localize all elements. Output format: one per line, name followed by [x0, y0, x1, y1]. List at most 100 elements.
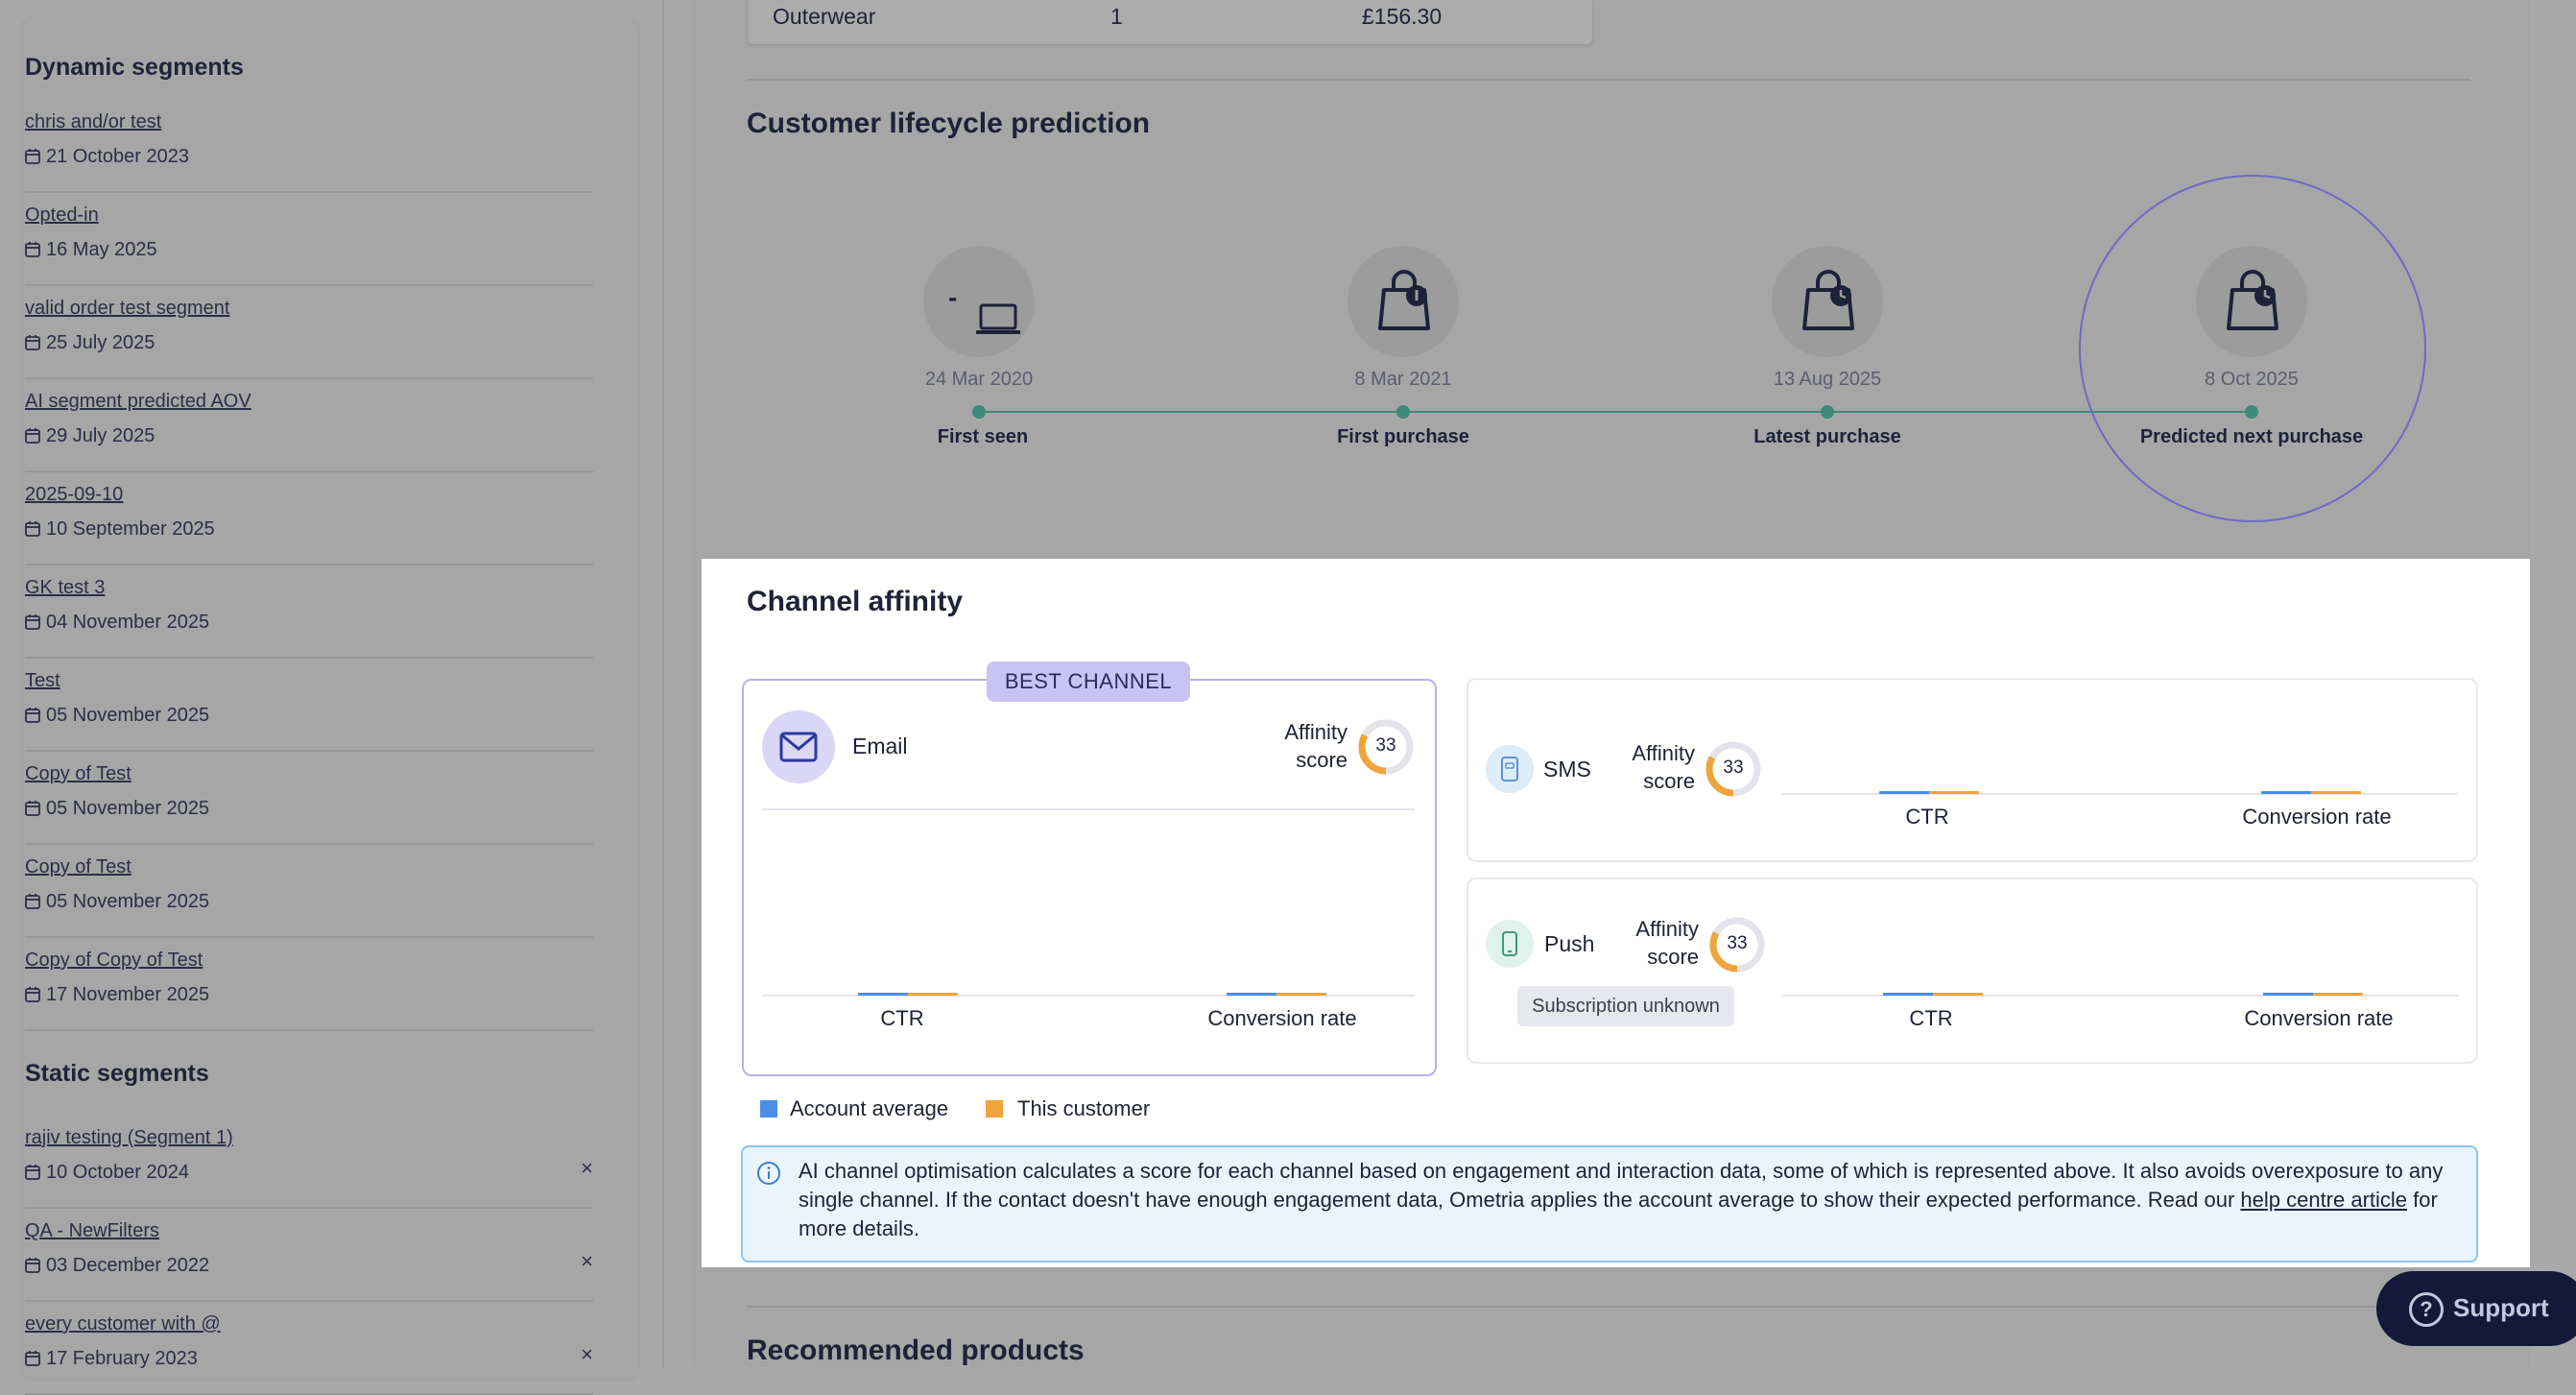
channel-optimisation-info: AI channel optimisation calculates a sco…: [741, 1145, 2478, 1263]
calendar-icon: [25, 1258, 40, 1273]
segment-date: 05 November 2025: [25, 798, 209, 820]
segment-date: 04 November 2025: [25, 612, 209, 634]
email-avatar: [762, 710, 835, 783]
dynamic-segment-item: Copy of Copy of Test 17 November 2025: [25, 936, 593, 1031]
sms-ctr-account-bar: [1879, 791, 1929, 794]
segment-link[interactable]: Opted-in: [25, 204, 99, 227]
dynamic-segment-item: 2025-09-10 10 September 2025: [25, 470, 593, 565]
push-ctr-account-bar: [1883, 993, 1933, 996]
calendar-icon: [25, 801, 40, 816]
dynamic-segments-title: Dynamic segments: [25, 54, 244, 81]
email-affinity-score: 33: [1375, 735, 1396, 756]
segment-link[interactable]: Copy of Test: [25, 856, 131, 878]
calendar-icon: [25, 1165, 40, 1180]
segment-date: 10 October 2024: [25, 1162, 189, 1184]
info-icon: [757, 1162, 780, 1185]
push-channel-name: Push: [1544, 931, 1595, 956]
timeline-dot: [1396, 405, 1410, 419]
channel-affinity-title: Channel affinity: [747, 586, 964, 617]
timeline-dot: [972, 405, 986, 419]
segment-link[interactable]: every customer with @: [25, 1313, 221, 1335]
email-channel-name: Email: [852, 734, 908, 758]
segment-date: 10 September 2025: [25, 518, 215, 541]
segment-date: 29 July 2025: [25, 425, 155, 447]
segment-link[interactable]: Copy of Copy of Test: [25, 950, 203, 972]
dynamic-segment-item: Opted-in 16 May 2025: [25, 191, 593, 286]
first-purchase-icon-circle: [1348, 246, 1459, 357]
remove-segment-icon[interactable]: ×: [581, 1342, 593, 1367]
best-channel-badge: BEST CHANNEL: [987, 661, 1190, 702]
help-question-icon: ?: [2409, 1292, 2444, 1327]
legend-account-label: Account average: [790, 1096, 949, 1120]
calendar-icon: [25, 894, 40, 909]
latest-purchase-label: Latest purchase: [1753, 426, 1901, 447]
segment-date: 05 November 2025: [25, 891, 209, 913]
segment-link[interactable]: chris and/or test: [25, 111, 161, 133]
timeline-dot: [2245, 405, 2258, 419]
first-purchase-date: 8 Mar 2021: [1354, 369, 1452, 390]
dynamic-segment-item: chris and/or test 21 October 2023: [25, 98, 593, 193]
email-ctr-customer-bar: [908, 993, 958, 996]
legend-customer-label: This customer: [1017, 1096, 1151, 1120]
shopping-bag-icon: [1378, 270, 1430, 330]
segment-date: 21 October 2023: [25, 146, 189, 168]
latest-purchase-icon-circle: [1772, 246, 1883, 357]
sms-channel-name: SMS: [1543, 757, 1591, 782]
calendar-icon: [25, 614, 40, 630]
first-seen-icon-circle: -: [923, 246, 1035, 357]
static-segment-item: rajiv testing (Segment 1) 10 October 2024…: [25, 1114, 593, 1209]
subscription-status-badge: Subscription unknown: [1517, 986, 1734, 1026]
legend-account-swatch: [760, 1100, 777, 1118]
segment-link[interactable]: QA - NewFilters: [25, 1220, 159, 1242]
first-purchase-label: First purchase: [1337, 426, 1469, 447]
segment-link[interactable]: Test: [25, 670, 60, 692]
timeline-line: [979, 411, 2252, 413]
calendar-icon: [25, 149, 40, 164]
calendar-icon: [25, 521, 40, 537]
support-button[interactable]: ? Support: [2376, 1271, 2576, 1346]
sms-affinity-label: Affinity score: [1632, 741, 1695, 793]
info-text: AI channel optimisation calculates a sco…: [799, 1159, 2444, 1240]
push-conv-account-bar: [2263, 993, 2313, 996]
email-card-divider: [762, 808, 1415, 810]
static-segments-title: Static segments: [25, 1060, 209, 1087]
segment-link[interactable]: 2025-09-10: [25, 484, 123, 506]
remove-segment-icon[interactable]: ×: [581, 1156, 593, 1181]
push-conv-label: Conversion rate: [2244, 1006, 2394, 1030]
segment-link[interactable]: valid order test segment: [25, 298, 229, 320]
segment-date: 05 November 2025: [25, 705, 209, 727]
section-divider: [747, 1306, 2470, 1308]
segment-date: 17 November 2025: [25, 984, 209, 1006]
calendar-icon: [25, 335, 40, 350]
calendar-icon: [25, 1351, 40, 1366]
dynamic-segment-item: Copy of Test 05 November 2025: [25, 750, 593, 845]
dynamic-segment-item: AI segment predicted AOV 29 July 2025: [25, 377, 593, 472]
sms-conv-label: Conversion rate: [2242, 805, 2392, 829]
sms-conv-account-bar: [2261, 791, 2311, 794]
envelope-icon: [779, 732, 818, 762]
sidebar-divider: [662, 0, 664, 1367]
latest-purchase-date: 13 Aug 2025: [1773, 369, 1882, 390]
shopping-bag-clock-icon: [1802, 270, 1854, 330]
sms-ctr-customer-bar: [1929, 791, 1979, 794]
mobile-phone-icon: [1502, 931, 1517, 956]
category-count: 1: [1110, 4, 1123, 29]
category-value: £156.30: [1362, 4, 1443, 29]
segment-link[interactable]: rajiv testing (Segment 1): [25, 1127, 233, 1149]
category-name: Outerwear: [773, 4, 876, 29]
help-centre-link[interactable]: help centre article: [2240, 1188, 2407, 1212]
segment-link[interactable]: GK test 3: [25, 577, 105, 599]
section-divider: [747, 79, 2470, 81]
sms-affinity-score: 33: [1723, 758, 1744, 778]
push-channel-card: [1467, 878, 2478, 1064]
remove-segment-icon[interactable]: ×: [581, 1249, 593, 1274]
segment-link[interactable]: Copy of Test: [25, 763, 131, 785]
calendar-icon: [25, 987, 40, 1002]
email-conv-customer-bar: [1276, 993, 1326, 996]
dynamic-segment-item: Test 05 November 2025: [25, 657, 593, 752]
dynamic-segment-item: GK test 3 04 November 2025: [25, 564, 593, 659]
push-affinity-score: 33: [1727, 933, 1748, 953]
dynamic-segment-item: valid order test segment 25 July 2025: [25, 284, 593, 379]
product-category-row: Outerwear 1 £156.30: [747, 0, 1593, 45]
segment-link[interactable]: AI segment predicted AOV: [25, 391, 251, 413]
